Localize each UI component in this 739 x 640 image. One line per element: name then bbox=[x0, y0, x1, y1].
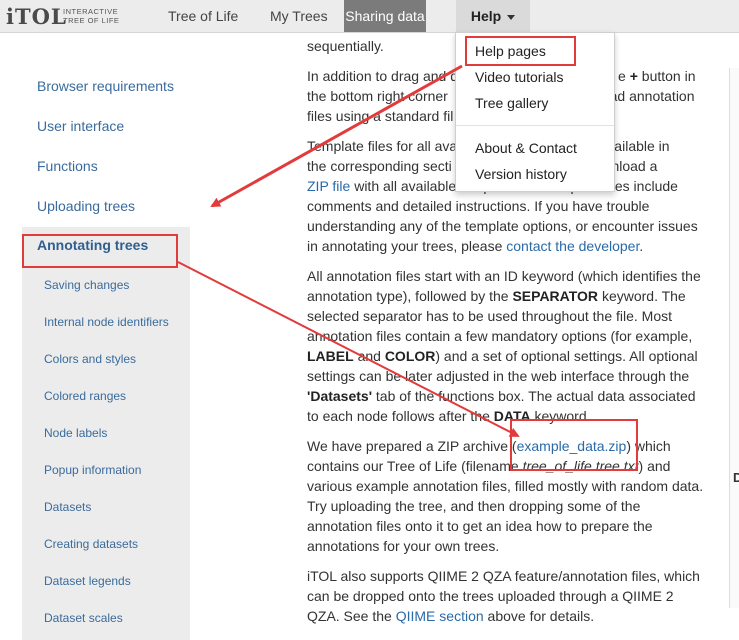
annotation-arrows bbox=[177, 64, 520, 437]
arrow-help-to-sidebar bbox=[210, 64, 463, 208]
arrow-sidebar-to-zip bbox=[177, 261, 520, 437]
